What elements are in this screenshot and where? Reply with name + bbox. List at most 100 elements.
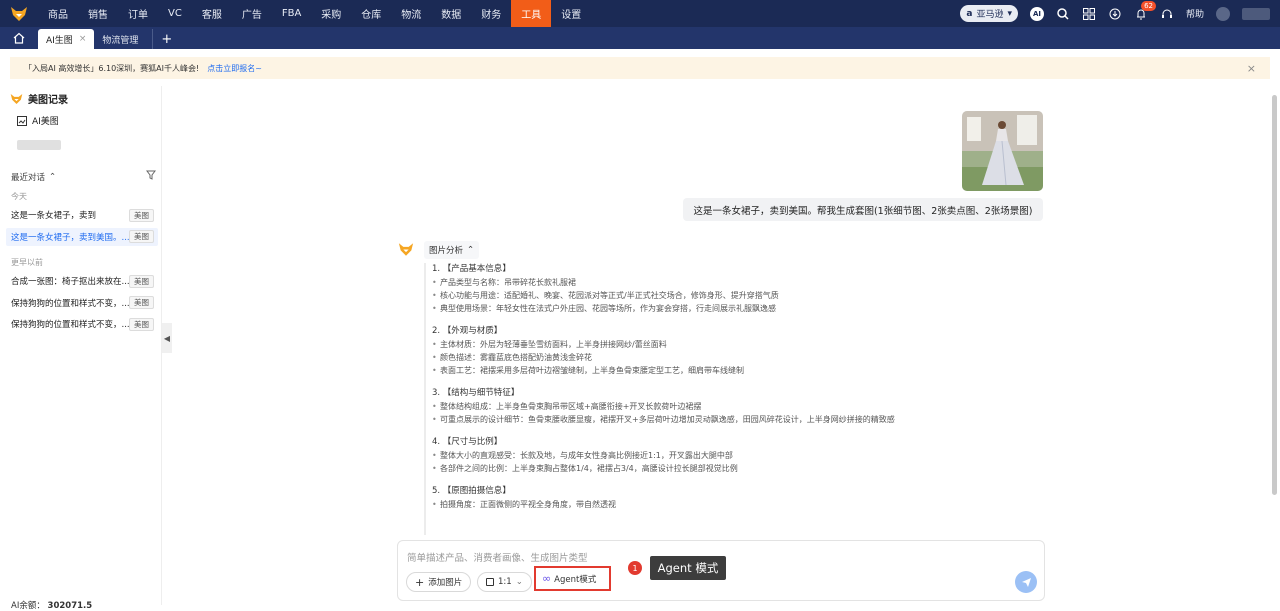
sidebar-item-ai-image[interactable]: AI美图	[17, 114, 59, 127]
agent-mode-highlight: ∞ Agent模式	[534, 566, 611, 591]
send-button[interactable]	[1015, 571, 1037, 593]
nav-item-4[interactable]: 客服	[192, 0, 232, 27]
analysis-bullet: 各部件之间的比例：上半身束胸占整体1/4，裙摆占3/4，高腰设计拉长腿部视觉比例	[432, 462, 900, 475]
tab-ai-image[interactable]: AI生图 ×	[38, 29, 95, 49]
amazon-icon: a	[966, 8, 973, 19]
analysis-bullet: 主体材质：外层为轻薄垂坠雪纺面料，上半身拼接网纱/蕾丝面料	[432, 338, 900, 351]
add-image-button[interactable]: + 添加图片	[406, 572, 472, 592]
analysis-section-heading: 2. 【外观与材质】	[432, 326, 503, 336]
fox-logo-icon[interactable]	[0, 0, 38, 27]
close-icon[interactable]: ×	[79, 34, 87, 44]
add-image-label: 添加图片	[428, 578, 463, 588]
analysis-bullet: 典型使用场景：年轻女性在法式户外庄园、花园等场所，作为宴会穿搭，行走间展示礼服飘…	[432, 302, 900, 315]
analysis-bullet: 表面工艺：裙摆采用多层荷叶边褶皱缝制，上半身鱼骨束腰定型工艺，细肩带车线缝制	[432, 364, 900, 377]
nav-item-7[interactable]: 采购	[311, 0, 351, 27]
blurred-item[interactable]	[17, 140, 61, 150]
tab-label: AI生图	[46, 35, 73, 46]
conversation-tag: 美图	[129, 230, 154, 243]
conversation-title: 这是一条女裙子，卖到美国。...	[11, 232, 129, 243]
ai-avatar	[398, 242, 414, 260]
nav-item-10[interactable]: 数据	[431, 0, 471, 27]
home-icon[interactable]	[0, 27, 38, 49]
ai-assistant-icon[interactable]: AI	[1029, 6, 1044, 21]
conversation-title: 这是一条女裙子，卖到	[11, 211, 97, 221]
filter-icon[interactable]	[146, 170, 156, 183]
download-icon[interactable]	[1108, 7, 1122, 21]
conversation-item[interactable]: 这是一条女裙子，卖到 美图	[6, 206, 158, 224]
sidebar-collapse-button[interactable]: ◀	[162, 323, 172, 353]
scrollbar[interactable]	[1272, 95, 1277, 495]
avatar[interactable]	[1216, 6, 1230, 21]
register-link[interactable]: 点击立即报名~	[207, 63, 262, 74]
nav-item-2[interactable]: 订单	[118, 0, 158, 27]
add-tab-button[interactable]: +	[152, 29, 180, 49]
search-icon[interactable]	[1056, 7, 1070, 21]
analysis-bullet: 核心功能与用途：适配婚礼、晚宴、花园派对等正式/半正式社交场合，修饰身形、提升穿…	[432, 289, 900, 302]
chevron-down-icon: ⌄	[515, 577, 523, 587]
recent-conversations-header[interactable]: 最近对话 ⌃	[11, 170, 156, 183]
conversation-item[interactable]: 合成一张图：椅子抠出来放在... 美图	[6, 272, 158, 290]
tab-bar: AI生图 × 物流管理 +	[0, 27, 1280, 49]
group-earlier: 更早以前	[11, 258, 43, 267]
notification-badge: 62	[1141, 0, 1156, 11]
nav-item-8[interactable]: 仓库	[351, 0, 391, 27]
send-icon	[1021, 577, 1031, 587]
analysis-title: 图片分析	[429, 246, 464, 256]
notification-bell-icon[interactable]: 62	[1134, 0, 1156, 21]
headset-support-icon[interactable]	[1160, 7, 1174, 21]
close-icon[interactable]: ×	[1247, 62, 1256, 75]
ai-label: AI	[1029, 6, 1044, 21]
uploaded-dress-image[interactable]	[962, 111, 1043, 191]
nav-item-13[interactable]: 设置	[551, 0, 591, 27]
balance-label: AI余额：	[11, 601, 45, 611]
announcement-banner: 「入局AI 高效增长」6.10深圳，赛狐AI千人峰会! 点击立即报名~ ×	[10, 57, 1270, 79]
chevron-up-icon: ⌃	[467, 245, 475, 255]
nav-item-9[interactable]: 物流	[391, 0, 431, 27]
analysis-section: 4. 【尺寸与比例】整体大小的直观感受：长款及地，与成年女性身高比例接近1:1，…	[432, 436, 900, 475]
analysis-bullet: 整体大小的直观感受：长款及地，与成年女性身高比例接近1:1，开叉露出大腿中部	[432, 449, 900, 462]
sidebar-title: 美图记录	[10, 91, 68, 106]
nav-item-12[interactable]: 工具	[511, 0, 552, 27]
analysis-bullet: 整体结构组成：上半身鱼骨束胸吊带区域+高腰衔接+开叉长款荷叶边裙摆	[432, 400, 900, 413]
history-sidebar: 美图记录 AI美图 最近对话 ⌃ 今天 这是一条女裙子，卖到 美图 这是一条女裙子，…	[0, 86, 162, 611]
analysis-toggle[interactable]: 图片分析 ⌃	[424, 241, 480, 259]
nav-item-6[interactable]: FBA	[272, 0, 311, 27]
conversation-item[interactable]: 保持狗狗的位置和样式不变，... 美图	[6, 294, 158, 312]
nav-item-0[interactable]: 商品	[38, 0, 78, 27]
infinity-icon: ∞	[542, 572, 552, 585]
announcement-text: 「入局AI 高效增长」6.10深圳，赛狐AI千人峰会!	[24, 63, 200, 73]
conversation-title: 保持狗狗的位置和样式不变，...	[11, 298, 129, 309]
nav-item-5[interactable]: 广告	[232, 0, 272, 27]
image-edit-icon	[17, 115, 27, 126]
balance-info: AI余额： 302071.5	[11, 599, 92, 611]
analysis-content: 1. 【产品基本信息】产品类型与名称：吊带碎花长款礼服裙核心功能与用途：适配婚礼…	[424, 263, 900, 535]
apps-grid-icon[interactable]	[1082, 7, 1096, 21]
conversation-item[interactable]: 这是一条女裙子，卖到美国。... 美图	[6, 227, 158, 246]
tab-logistics[interactable]: 物流管理	[94, 29, 146, 49]
nav-item-3[interactable]: VC	[158, 0, 192, 27]
analysis-section: 2. 【外观与材质】主体材质：外层为轻薄垂坠雪纺面料，上半身拼接网纱/蕾丝面料颜…	[432, 325, 900, 377]
user-name-blurred[interactable]	[1242, 7, 1270, 20]
prompt-placeholder[interactable]: 简单描述产品、消费者画像、生成图片类型	[407, 550, 588, 564]
aspect-ratio-select[interactable]: 1:1 ⌄	[477, 572, 532, 592]
top-navigation: 商品 销售 订单 VC 客服 广告 FBA 采购 仓库 物流 数据 财务 工具 设置 a 亚马逊 ▾ AI…	[0, 0, 1280, 27]
analysis-section: 1. 【产品基本信息】产品类型与名称：吊带碎花长款礼服裙核心功能与用途：适配婚礼…	[432, 263, 900, 315]
analysis-section-heading: 3. 【结构与细节特征】	[432, 388, 520, 398]
annotation-number: 1	[628, 561, 642, 575]
fox-logo-icon	[10, 93, 23, 104]
analysis-section-heading: 5. 【原图拍摄信息】	[432, 486, 511, 496]
user-message-bubble: 这是一条女裙子，卖到美国。帮我生成套图(1张细节图、2张卖点图、2张场景图)	[683, 198, 1043, 221]
analysis-section: 5. 【原图拍摄信息】拍摄角度：正面微侧的平视全身角度，带自然透视	[432, 485, 900, 511]
sidebar-title-text: 美图记录	[28, 95, 68, 106]
help-link[interactable]: 帮助	[1186, 7, 1204, 20]
store-selector[interactable]: a 亚马逊 ▾	[960, 5, 1018, 22]
annotation-tooltip: Agent 模式	[650, 556, 726, 580]
conversation-tag: 美图	[129, 274, 154, 288]
agent-mode-button[interactable]: ∞ Agent模式	[542, 572, 596, 585]
analysis-bullet: 产品类型与名称：吊带碎花长款礼服裙	[432, 276, 900, 289]
nav-item-11[interactable]: 财务	[471, 0, 511, 27]
balance-value: 302071.5	[47, 601, 93, 611]
nav-item-1[interactable]: 销售	[78, 0, 118, 27]
conversation-item[interactable]: 保持狗狗的位置和样式不变，... 美图	[6, 315, 158, 333]
sidebar-item-label: AI美图	[32, 117, 59, 127]
